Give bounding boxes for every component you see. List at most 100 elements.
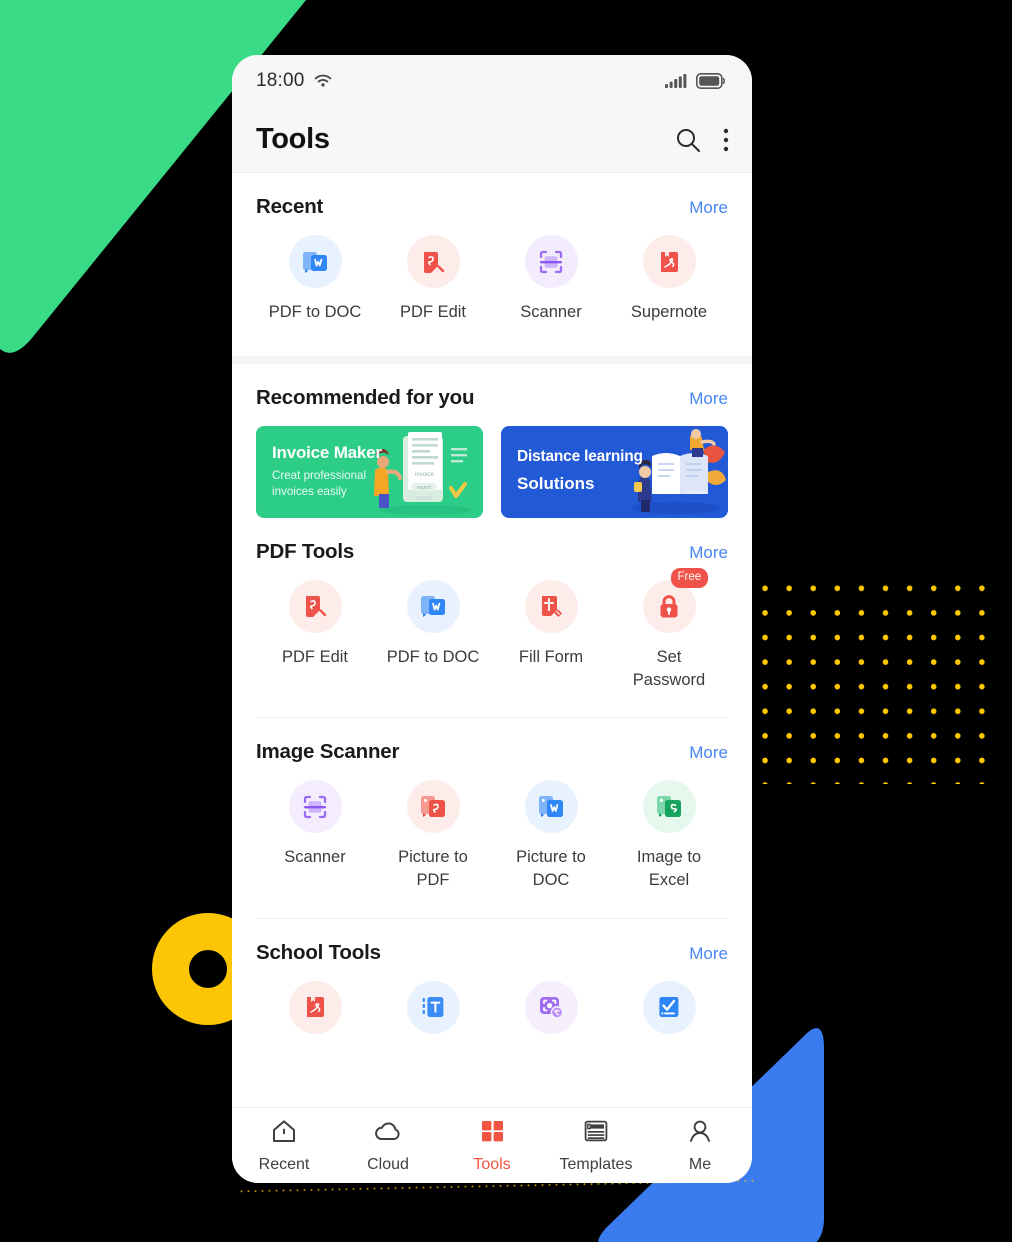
more-link-pdf-tools[interactable]: More xyxy=(689,543,728,563)
scanner-icon xyxy=(288,780,342,834)
section-school-tools: School Tools More xyxy=(232,919,752,1047)
banner-subtitle: Creat professional invoices easily xyxy=(272,468,367,499)
section-title: Recent xyxy=(256,195,324,218)
tool-tile-label: Fill Form xyxy=(518,647,584,666)
tool-tile-label: Scanner xyxy=(284,848,346,867)
status-badge: Free xyxy=(670,567,709,588)
tool-tile-label: Scanner xyxy=(520,303,582,321)
image-to-excel-icon xyxy=(642,780,696,834)
section-title: School Tools xyxy=(256,940,381,964)
section-header-pdf-tools: PDF Tools More xyxy=(256,518,728,564)
cloud-icon xyxy=(373,1118,403,1149)
cellular-signal-icon xyxy=(665,74,687,88)
tool-tile-text-note[interactable] xyxy=(374,980,492,1047)
more-vertical-icon[interactable] xyxy=(722,126,730,154)
scanner-icon xyxy=(524,235,578,288)
search-icon[interactable] xyxy=(674,126,702,154)
status-bar: 18:00 xyxy=(232,55,752,107)
banner-text: Invoice Maker Creat professional invoice… xyxy=(256,443,382,501)
svg-text:invoice: invoice xyxy=(415,472,434,478)
tool-tile-pdf-to-doc[interactable]: PDF to DOC xyxy=(374,579,492,692)
nav-item-recent[interactable]: Recent xyxy=(232,1118,336,1174)
page-title: Tools xyxy=(256,123,330,155)
banner-text: Distance learning Solutions xyxy=(501,448,643,496)
nav-item-me[interactable]: Me xyxy=(648,1118,752,1174)
tool-tile-picture-to-doc[interactable]: Picture to DOC xyxy=(492,780,610,892)
tool-tile-scanner[interactable]: Scanner xyxy=(256,780,374,892)
home-icon xyxy=(270,1118,298,1149)
nav-item-tools[interactable]: Tools xyxy=(440,1118,544,1174)
nav-item-templates[interactable]: Templates xyxy=(544,1118,648,1174)
more-link-school-tools[interactable]: More xyxy=(689,944,728,964)
section-recommended: Recommended for you More Invoice Maker C… xyxy=(232,364,752,518)
pdf-edit-icon xyxy=(288,579,342,633)
status-time: 18:00 xyxy=(256,70,305,91)
tool-tile-pdf-edit[interactable]: PDF Edit xyxy=(256,579,374,692)
bottom-navigation: Recent Cloud Tools Templates Me xyxy=(232,1107,752,1183)
nav-label: Templates xyxy=(559,1155,633,1173)
nav-label: Recent xyxy=(258,1155,310,1173)
tool-tile-supernote[interactable] xyxy=(256,980,374,1047)
person-icon xyxy=(686,1118,714,1149)
tool-tile-photo-translate[interactable] xyxy=(492,980,610,1047)
banner-invoice-maker[interactable]: Invoice Maker Creat professional invoice… xyxy=(256,425,483,518)
tool-tile-scanner[interactable]: Scanner xyxy=(492,235,610,324)
photo-translate-icon xyxy=(524,980,578,1034)
nav-item-cloud[interactable]: Cloud xyxy=(336,1118,440,1174)
tool-tile-supernote[interactable]: Supernote xyxy=(610,235,728,324)
tile-row-image-scanner: Scanner Picture to PDF Picture to DOC Im… xyxy=(256,780,728,892)
tool-tile-label: Set Password xyxy=(632,647,706,689)
section-title: Image Scanner xyxy=(256,740,400,764)
supernote-icon xyxy=(642,235,696,288)
section-recent: Recent More PDF to DOC PDF Edit Scanner … xyxy=(232,173,752,324)
grid-icon xyxy=(478,1118,506,1149)
section-header-school-tools: School Tools More xyxy=(256,919,728,965)
phone-mockup: 18:00 Tools Recent More PDF to DOC PDF E… xyxy=(232,55,752,1183)
screenshot-stage: 18:00 Tools Recent More PDF to DOC PDF E… xyxy=(0,0,1012,1242)
banner-title: Distance learning xyxy=(517,447,643,465)
picture-to-pdf-icon xyxy=(406,780,460,834)
tool-tile-pdf-edit[interactable]: PDF Edit xyxy=(374,235,492,324)
banner-distance-learning[interactable]: Distance learning Solutions xyxy=(501,425,728,518)
tool-tile-picture-to-pdf[interactable]: Picture to PDF xyxy=(374,780,492,892)
more-link-recent[interactable]: More xyxy=(689,198,728,218)
tool-tile-fill-form[interactable]: Fill Form xyxy=(492,579,610,692)
section-image-scanner: Image Scanner More Scanner Picture to PD… xyxy=(232,718,752,892)
more-link-image-scanner[interactable]: More xyxy=(689,743,728,763)
svg-text:export: export xyxy=(417,485,432,491)
tool-tile-label: PDF Edit xyxy=(281,647,349,666)
picture-to-doc-icon xyxy=(524,780,578,834)
section-divider-band xyxy=(232,355,752,364)
pdf-to-doc-icon xyxy=(406,579,460,633)
banner-row: Invoice Maker Creat professional invoice… xyxy=(256,425,728,518)
pdf-edit-icon xyxy=(406,235,460,288)
tool-tile-label: PDF to DOC xyxy=(268,303,362,321)
tool-tile-label: Picture to DOC xyxy=(516,848,586,890)
tile-row-pdf-tools: PDF Edit PDF to DOC Fill Form Free Set P… xyxy=(256,567,728,692)
section-header-recommended: Recommended for you More xyxy=(256,364,728,410)
section-pdf-tools: PDF Tools More PDF Edit PDF to DOC Fill … xyxy=(232,518,752,692)
checklist-icon xyxy=(642,980,696,1034)
banner-subtitle: Solutions xyxy=(517,473,595,493)
banner-title: Invoice Maker xyxy=(272,442,382,462)
nav-label: Cloud xyxy=(367,1155,409,1173)
section-header-recent: Recent More xyxy=(256,173,728,219)
wifi-icon xyxy=(313,73,333,89)
section-title: Recommended for you xyxy=(256,385,475,409)
tools-scroll-area[interactable]: Recent More PDF to DOC PDF Edit Scanner … xyxy=(232,173,752,1107)
yellow-dot-grid-decoration xyxy=(753,576,998,784)
tool-tile-checklist[interactable] xyxy=(610,980,728,1047)
tool-tile-pdf-to-doc[interactable]: PDF to DOC xyxy=(256,235,374,324)
battery-icon xyxy=(696,73,725,89)
lock-icon: Free xyxy=(642,567,709,633)
status-right-icons xyxy=(665,73,726,89)
tool-tile-image-to-excel[interactable]: Image to Excel xyxy=(610,780,728,892)
section-title: PDF Tools xyxy=(256,539,355,563)
text-note-icon xyxy=(406,980,460,1034)
tool-tile-label: Image to Excel xyxy=(636,848,702,890)
section-header-image-scanner: Image Scanner More xyxy=(256,718,728,764)
more-link-recommended[interactable]: More xyxy=(689,389,728,409)
tool-tile-label: PDF Edit xyxy=(399,303,467,321)
app-bar-actions xyxy=(674,126,730,154)
tool-tile-set-password[interactable]: Free Set Password xyxy=(610,567,728,692)
